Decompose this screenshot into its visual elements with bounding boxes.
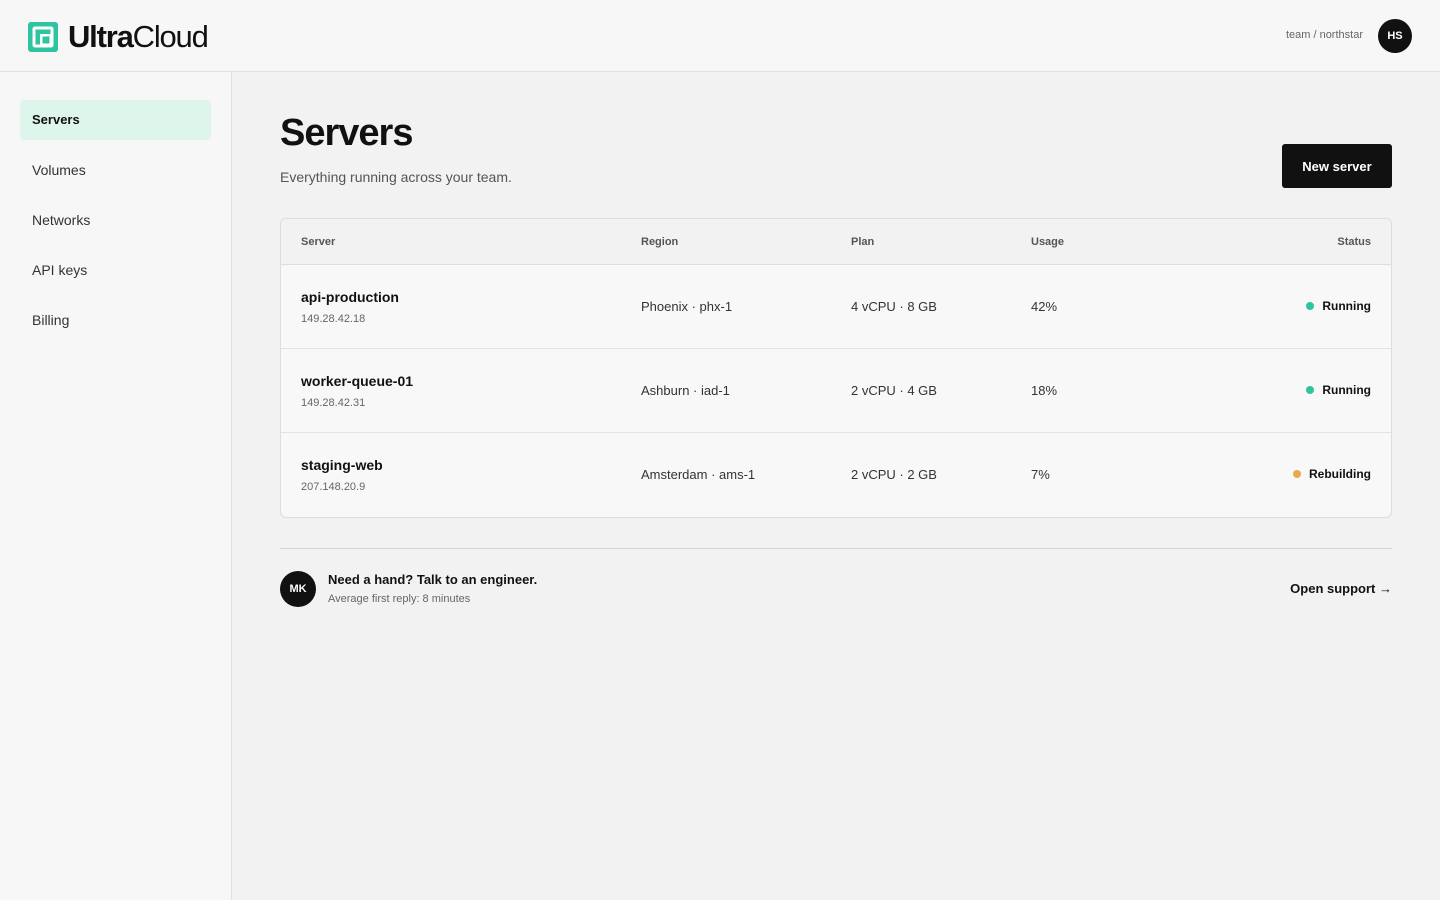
status-label: Running xyxy=(1322,299,1371,313)
status-dot-icon xyxy=(1293,470,1301,478)
brand-name-strong: Ultra xyxy=(68,19,134,54)
sidebar-item-api-keys[interactable]: API keys xyxy=(20,250,211,290)
status-badge: Running xyxy=(1306,383,1371,397)
server-plan: 2 vCPU · 4 GB xyxy=(851,383,937,398)
open-support-link[interactable]: Open support → xyxy=(1290,581,1392,596)
status-dot-icon xyxy=(1306,386,1315,394)
server-region: Ashburn · iad-1 xyxy=(641,383,730,398)
column-header-status[interactable]: Status xyxy=(1337,236,1371,248)
server-plan: 4 vCPU · 8 GB xyxy=(851,299,937,314)
server-plan: 2 vCPU · 2 GB xyxy=(851,467,937,482)
server-ip: 149.28.42.31 xyxy=(301,397,366,409)
sidebar-item-billing[interactable]: Billing xyxy=(20,300,211,340)
divider xyxy=(280,548,1392,549)
sidebar-item-networks[interactable]: Networks xyxy=(20,200,211,240)
server-ip: 149.28.42.18 xyxy=(301,313,366,325)
server-name[interactable]: api-production xyxy=(301,289,399,305)
table-row[interactable]: worker-queue-01 149.28.42.31 Ashburn · i… xyxy=(281,349,1391,433)
table-row[interactable]: staging-web 207.148.20.9 Amsterdam · ams… xyxy=(281,433,1391,517)
server-name[interactable]: worker-queue-01 xyxy=(301,373,413,389)
team-breadcrumb[interactable]: team / northstar xyxy=(1286,29,1363,41)
sidebar-item-servers[interactable]: Servers xyxy=(20,100,211,140)
column-header-usage[interactable]: Usage xyxy=(1031,236,1064,248)
support-title: Need a hand? Talk to an engineer. xyxy=(328,572,538,587)
status-badge: Running xyxy=(1306,299,1371,313)
brand-name: UltraCloud xyxy=(68,19,209,54)
sidebar-item-volumes[interactable]: Volumes xyxy=(20,150,211,190)
server-name[interactable]: staging-web xyxy=(301,457,383,473)
column-header-region[interactable]: Region xyxy=(641,236,678,248)
server-ip: 207.148.20.9 xyxy=(301,481,366,493)
new-server-button[interactable]: New server xyxy=(1282,144,1392,188)
user-avatar[interactable]: HS xyxy=(1378,19,1412,53)
table-row[interactable]: api-production 149.28.42.18 Phoenix · ph… xyxy=(281,265,1391,349)
sidebar: Servers Volumes Networks API keys Billin… xyxy=(0,72,232,900)
servers-table: Server Region Plan Usage Status api-prod… xyxy=(280,218,1392,518)
support-subtitle: Average first reply: 8 minutes xyxy=(328,593,471,605)
brand-name-rest: Cloud xyxy=(132,19,209,54)
server-region: Phoenix · phx-1 xyxy=(641,299,733,314)
ultracloud-logo-icon xyxy=(28,22,58,52)
page-title: Servers xyxy=(280,112,413,154)
status-label: Rebuilding xyxy=(1309,467,1371,481)
column-header-server[interactable]: Server xyxy=(301,236,335,248)
server-usage: 42% xyxy=(1031,299,1058,314)
server-region: Amsterdam · ams-1 xyxy=(641,467,756,482)
support-avatar: MK xyxy=(280,571,316,607)
column-header-plan[interactable]: Plan xyxy=(851,236,874,248)
status-label: Running xyxy=(1322,383,1371,397)
table-header: Server Region Plan Usage Status xyxy=(281,219,1391,265)
server-usage: 18% xyxy=(1031,383,1058,398)
server-usage: 7% xyxy=(1031,467,1050,482)
status-badge: Rebuilding xyxy=(1293,467,1371,481)
top-bar: UltraCloud team / northstar HS xyxy=(0,0,1440,72)
status-dot-icon xyxy=(1306,302,1315,310)
page-subtitle: Everything running across your team. xyxy=(280,169,512,185)
logo[interactable]: UltraCloud xyxy=(28,19,209,54)
